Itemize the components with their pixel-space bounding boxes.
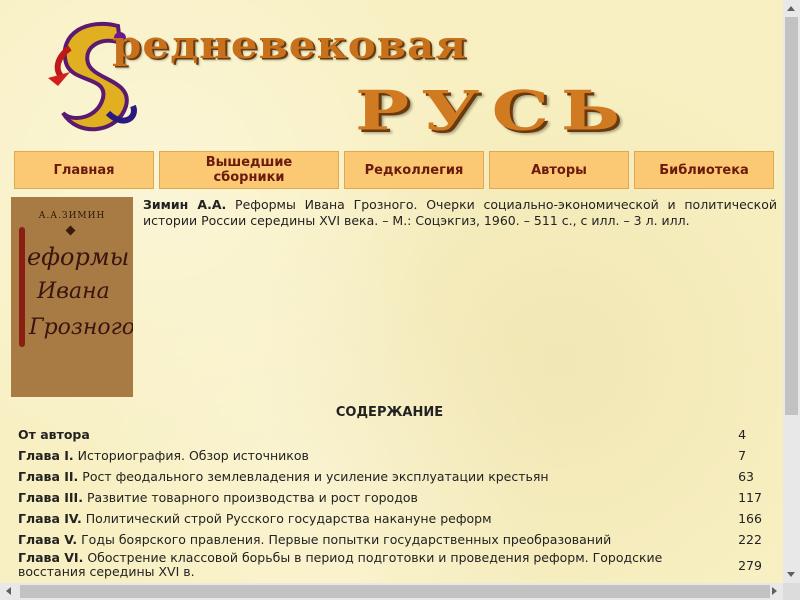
nav-home[interactable]: Главная bbox=[14, 151, 154, 189]
table-row: Глава V. Годы боярского правления. Первы… bbox=[18, 529, 778, 550]
vertical-scrollbar[interactable] bbox=[783, 0, 800, 583]
scroll-left-icon[interactable] bbox=[0, 583, 17, 600]
table-row: Глава III. Развитие товарного производст… bbox=[18, 487, 778, 508]
toc-text: Политический строй Русского государства … bbox=[85, 510, 492, 526]
toc-chapter: От автора bbox=[18, 426, 90, 442]
nav-authors[interactable]: Авторы bbox=[489, 151, 629, 189]
horizontal-scrollbar[interactable] bbox=[0, 583, 783, 600]
toc-chapter: Глава III. bbox=[18, 489, 83, 505]
toc-page: 63 bbox=[738, 469, 754, 484]
site-header: редневековая РУСЬ bbox=[0, 0, 783, 148]
toc-text: Рост феодального землевладения и усилени… bbox=[82, 468, 549, 484]
toc-chapter: Глава II. bbox=[18, 468, 79, 484]
cover-title-line2: Ивана bbox=[37, 279, 110, 304]
toc-page: 4 bbox=[738, 427, 747, 442]
table-row: Глава VI. Обострение классовой борьбы в … bbox=[18, 550, 778, 580]
book-cover-image: А.А.ЗИМИН еформы Ивана Грозного bbox=[11, 197, 133, 397]
toc-page: 166 bbox=[738, 511, 762, 526]
book-bibliography: Зимин А.А. Реформы Ивана Грозного. Очерк… bbox=[143, 197, 777, 229]
logo-text-line2: РУСЬ bbox=[355, 78, 633, 143]
toc-chapter: Глава VI. bbox=[18, 550, 84, 565]
nav-published-collections[interactable]: Вышедшие сборники bbox=[159, 151, 339, 189]
table-row: Глава IV. Политический строй Русского го… bbox=[18, 508, 778, 529]
toc-text: Развитие товарного производства и рост г… bbox=[86, 489, 418, 505]
contents-heading: СОДЕРЖАНИЕ bbox=[335, 405, 444, 420]
scroll-up-icon[interactable] bbox=[783, 0, 800, 17]
scroll-down-icon[interactable] bbox=[783, 566, 800, 583]
cover-initial-r bbox=[19, 227, 25, 347]
toc-text: Годы боярского правления. Первые попытки… bbox=[81, 531, 612, 547]
toc-text: Историография. Обзор источников bbox=[77, 447, 309, 463]
book-description: Реформы Ивана Грозного. Очерки социально… bbox=[143, 197, 777, 228]
cover-ornament bbox=[65, 225, 76, 236]
toc-page: 117 bbox=[738, 490, 762, 505]
horizontal-scroll-thumb[interactable] bbox=[20, 585, 770, 598]
page-content: редневековая РУСЬ Главная Вышедшие сборн… bbox=[0, 0, 783, 583]
logo-text-line1: редневековая bbox=[112, 21, 468, 68]
table-of-contents: От автора 4 Глава I. Историография. Обзо… bbox=[18, 424, 778, 580]
toc-chapter: Глава V. bbox=[18, 531, 78, 547]
cover-title-line3: Грозного bbox=[29, 315, 133, 340]
scroll-right-icon[interactable] bbox=[766, 583, 783, 600]
toc-page: 279 bbox=[738, 557, 762, 573]
toc-page: 222 bbox=[738, 532, 762, 547]
toc-chapter: Глава I. bbox=[18, 447, 74, 463]
cover-title-line1: еформы bbox=[27, 243, 130, 271]
book-author: Зимин А.А. bbox=[143, 197, 227, 212]
toc-page: 7 bbox=[738, 448, 747, 463]
toc-text: Обострение классовой борьбы в период под… bbox=[18, 550, 663, 579]
cover-author: А.А.ЗИМИН bbox=[38, 211, 106, 221]
table-row: Глава I. Историография. Обзор источников… bbox=[18, 445, 778, 466]
scrollbar-corner bbox=[783, 583, 800, 600]
main-navigation: Главная Вышедшие сборники Редколлегия Ав… bbox=[14, 151, 774, 189]
table-row: От автора 4 bbox=[18, 424, 778, 445]
toc-chapter: Глава IV. bbox=[18, 510, 82, 526]
nav-editorial-board[interactable]: Редколлегия bbox=[344, 151, 484, 189]
nav-library[interactable]: Библиотека bbox=[634, 151, 774, 189]
table-row: Глава II. Рост феодального землевладения… bbox=[18, 466, 778, 487]
vertical-scroll-thumb[interactable] bbox=[785, 17, 798, 415]
